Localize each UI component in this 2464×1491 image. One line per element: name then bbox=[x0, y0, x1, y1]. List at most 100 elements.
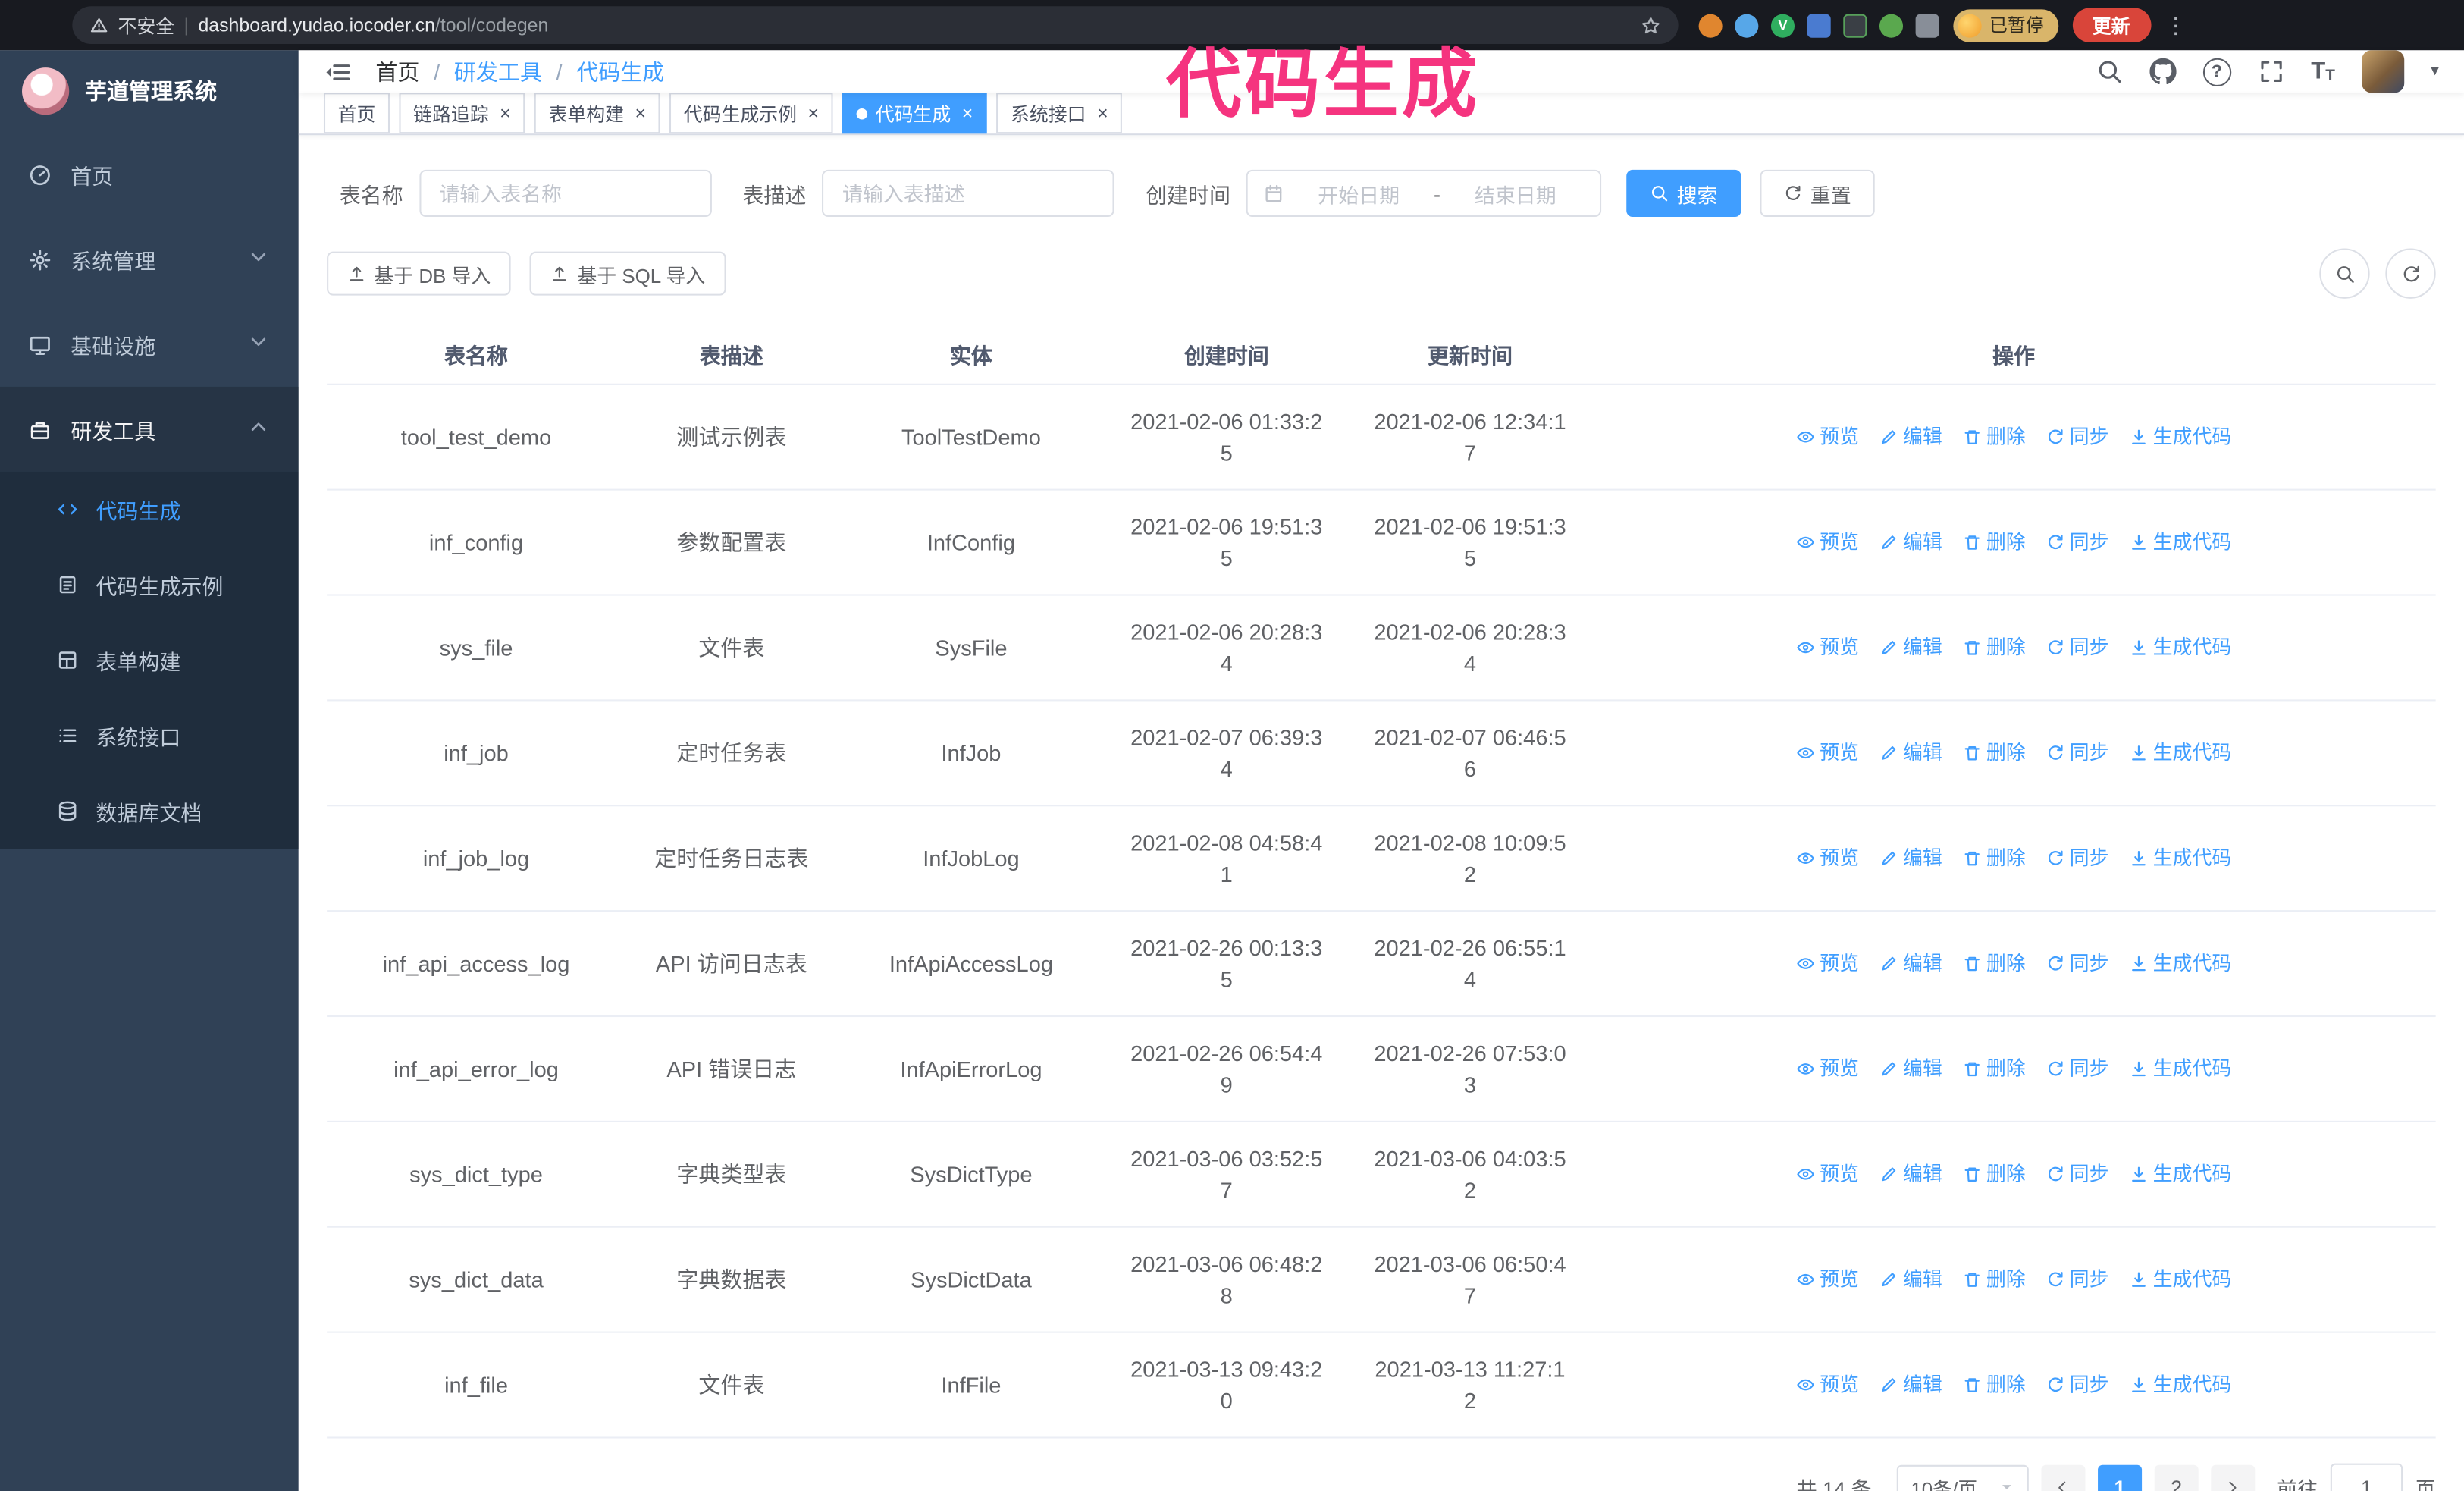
row-action-delete[interactable]: 删除 bbox=[1963, 948, 2026, 979]
row-action-edit[interactable]: 编辑 bbox=[1879, 1053, 1942, 1085]
tag-view-tab[interactable]: 链路追踪 × bbox=[399, 93, 525, 134]
page-button[interactable]: 1 bbox=[2097, 1464, 2143, 1491]
row-action-generate-code[interactable]: 生成代码 bbox=[2130, 737, 2231, 768]
row-action-sync[interactable]: 同步 bbox=[2046, 1053, 2109, 1085]
sidebar-subitem[interactable]: 代码生成示例 bbox=[0, 547, 299, 622]
toggle-search-button[interactable] bbox=[2319, 248, 2370, 299]
row-action-sync[interactable]: 同步 bbox=[2046, 1369, 2109, 1400]
row-action-delete[interactable]: 删除 bbox=[1963, 526, 2026, 557]
row-action-edit[interactable]: 编辑 bbox=[1879, 1159, 1942, 1190]
browser-extension-icon[interactable]: V bbox=[1770, 13, 1795, 37]
row-action-generate-code[interactable]: 生成代码 bbox=[2130, 421, 2231, 452]
row-action-delete[interactable]: 删除 bbox=[1963, 737, 2026, 768]
row-action-edit[interactable]: 编辑 bbox=[1879, 737, 1942, 768]
sidebar-item[interactable]: 基础设施 bbox=[0, 302, 299, 387]
row-action-delete[interactable]: 删除 bbox=[1963, 843, 2026, 874]
row-action-edit[interactable]: 编辑 bbox=[1879, 1263, 1942, 1295]
help-icon[interactable]: ? bbox=[2202, 57, 2231, 86]
breadcrumb-item[interactable]: 首页 bbox=[375, 56, 419, 87]
table-desc-input[interactable] bbox=[822, 169, 1114, 218]
sidebar-item[interactable]: 研发工具 bbox=[0, 386, 299, 472]
row-action-generate-code[interactable]: 生成代码 bbox=[2130, 526, 2231, 557]
profile-paused-chip[interactable]: 已暂停 bbox=[1953, 8, 2058, 42]
row-action-sync[interactable]: 同步 bbox=[2046, 526, 2109, 557]
row-action-preview[interactable]: 预览 bbox=[1796, 632, 1859, 663]
row-action-generate-code[interactable]: 生成代码 bbox=[2130, 632, 2231, 663]
fullscreen-icon[interactable] bbox=[2258, 58, 2284, 85]
row-action-edit[interactable]: 编辑 bbox=[1879, 632, 1942, 663]
sidebar-item[interactable]: 系统管理 bbox=[0, 217, 299, 302]
search-icon[interactable] bbox=[2096, 58, 2122, 85]
row-action-generate-code[interactable]: 生成代码 bbox=[2130, 1159, 2231, 1190]
row-action-preview[interactable]: 预览 bbox=[1796, 948, 1859, 979]
row-action-sync[interactable]: 同步 bbox=[2046, 948, 2109, 979]
row-action-edit[interactable]: 编辑 bbox=[1879, 843, 1942, 874]
row-action-generate-code[interactable]: 生成代码 bbox=[2130, 1053, 2231, 1085]
breadcrumb-item[interactable]: 研发工具 bbox=[454, 56, 542, 87]
browser-extension-icon[interactable] bbox=[1843, 13, 1867, 37]
row-action-delete[interactable]: 删除 bbox=[1963, 1053, 2026, 1085]
refresh-table-button[interactable] bbox=[2385, 248, 2436, 299]
browser-address-bar[interactable]: 不安全 | dashboard.yudao.iocoder.cn/tool/co… bbox=[72, 6, 1679, 45]
page-button[interactable]: 2 bbox=[2154, 1464, 2199, 1491]
tag-view-tab[interactable]: 首页 bbox=[323, 93, 390, 134]
browser-extension-icon[interactable] bbox=[1915, 13, 1939, 37]
row-action-delete[interactable]: 删除 bbox=[1963, 632, 2026, 663]
chevron-down-icon[interactable]: ▾ bbox=[2431, 63, 2438, 80]
row-action-sync[interactable]: 同步 bbox=[2046, 843, 2109, 874]
row-action-preview[interactable]: 预览 bbox=[1796, 421, 1859, 452]
row-action-delete[interactable]: 删除 bbox=[1963, 1369, 2026, 1400]
row-action-sync[interactable]: 同步 bbox=[2046, 632, 2109, 663]
breadcrumb-item[interactable]: 代码生成 bbox=[576, 56, 664, 87]
tag-view-tab[interactable]: 代码生成示例 × bbox=[669, 93, 833, 134]
search-button[interactable]: 搜索 bbox=[1626, 169, 1741, 218]
import-db-button[interactable]: 基于 DB 导入 bbox=[327, 251, 512, 296]
row-action-generate-code[interactable]: 生成代码 bbox=[2130, 843, 2231, 874]
sidebar-subitem[interactable]: 表单构建 bbox=[0, 623, 299, 698]
close-icon[interactable]: × bbox=[962, 102, 973, 124]
sidebar-subitem[interactable]: 数据库文档 bbox=[0, 774, 299, 849]
github-icon[interactable] bbox=[2149, 58, 2177, 85]
table-name-input[interactable] bbox=[419, 169, 711, 218]
row-action-preview[interactable]: 预览 bbox=[1796, 1053, 1859, 1085]
row-action-preview[interactable]: 预览 bbox=[1796, 526, 1859, 557]
app-logo-row[interactable]: 芋道管理系统 bbox=[0, 50, 299, 132]
row-action-sync[interactable]: 同步 bbox=[2046, 737, 2109, 768]
row-action-delete[interactable]: 删除 bbox=[1963, 1263, 2026, 1295]
row-action-sync[interactable]: 同步 bbox=[2046, 1159, 2109, 1190]
browser-extension-icon[interactable] bbox=[1735, 13, 1759, 37]
close-icon[interactable]: × bbox=[635, 102, 647, 124]
page-size-select[interactable]: 10条/页 bbox=[1896, 1464, 2029, 1491]
reset-button[interactable]: 重置 bbox=[1760, 169, 1875, 218]
browser-menu-icon[interactable]: ⋮ bbox=[2165, 12, 2187, 39]
row-action-edit[interactable]: 编辑 bbox=[1879, 948, 1942, 979]
sidebar-toggle-icon[interactable] bbox=[324, 58, 352, 86]
row-action-generate-code[interactable]: 生成代码 bbox=[2130, 1369, 2231, 1400]
user-avatar[interactable] bbox=[2362, 50, 2405, 93]
browser-extension-icon[interactable] bbox=[1807, 13, 1831, 37]
row-action-edit[interactable]: 编辑 bbox=[1879, 526, 1942, 557]
row-action-sync[interactable]: 同步 bbox=[2046, 421, 2109, 452]
bookmark-star-icon[interactable] bbox=[1641, 15, 1661, 36]
sidebar-subitem[interactable]: 系统接口 bbox=[0, 698, 299, 773]
row-action-delete[interactable]: 删除 bbox=[1963, 1159, 2026, 1190]
row-action-delete[interactable]: 删除 bbox=[1963, 421, 2026, 452]
tag-view-tab[interactable]: 表单构建 × bbox=[534, 93, 660, 134]
sidebar-item[interactable]: 首页 bbox=[0, 132, 299, 217]
prev-page-button[interactable] bbox=[2041, 1464, 2086, 1491]
row-action-edit[interactable]: 编辑 bbox=[1879, 421, 1942, 452]
row-action-preview[interactable]: 预览 bbox=[1796, 843, 1859, 874]
browser-update-button[interactable]: 更新 bbox=[2071, 8, 2151, 42]
next-page-button[interactable] bbox=[2211, 1464, 2256, 1491]
date-range-input[interactable]: 开始日期 - 结束日期 bbox=[1246, 169, 1602, 218]
row-action-preview[interactable]: 预览 bbox=[1796, 1369, 1859, 1400]
close-icon[interactable]: × bbox=[1097, 102, 1108, 124]
row-action-generate-code[interactable]: 生成代码 bbox=[2130, 1263, 2231, 1295]
tag-view-tab[interactable]: 系统接口 × bbox=[996, 93, 1123, 134]
row-action-preview[interactable]: 预览 bbox=[1796, 737, 1859, 768]
font-size-icon[interactable]: TT bbox=[2311, 58, 2335, 85]
close-icon[interactable]: × bbox=[500, 102, 511, 124]
row-action-generate-code[interactable]: 生成代码 bbox=[2130, 948, 2231, 979]
row-action-preview[interactable]: 预览 bbox=[1796, 1263, 1859, 1295]
browser-extension-icon[interactable] bbox=[1698, 13, 1723, 37]
